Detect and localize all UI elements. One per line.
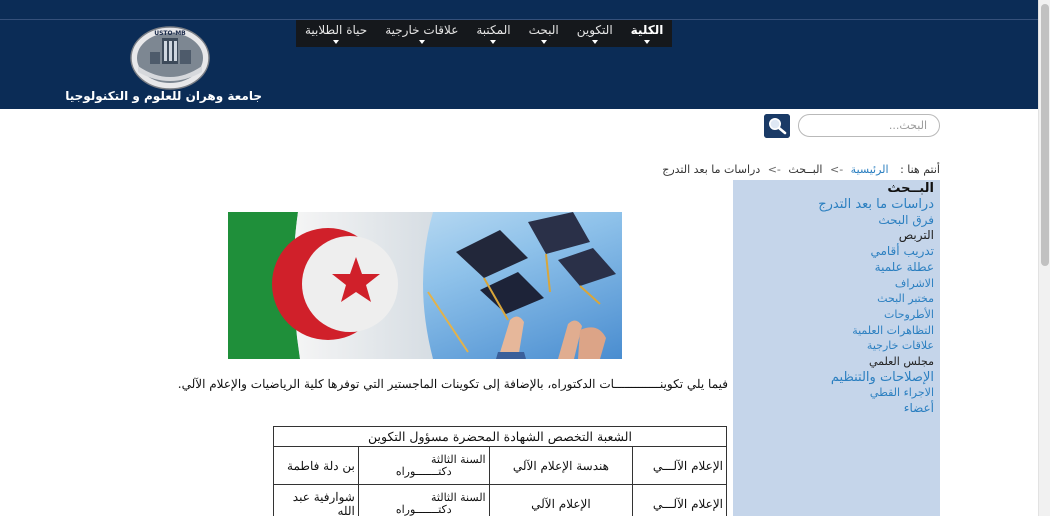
emblem-text: USTO-MB	[154, 30, 186, 37]
sidebar-item: مجلس العلمي	[868, 355, 934, 369]
university-name[interactable]: جامعة وهران للعلوم و التكنولوجيا	[65, 89, 262, 107]
nav-item[interactable]: البحث	[520, 20, 568, 47]
programs-table: الشعبة التخصص الشهادة المحضرة مسؤول التك…	[273, 426, 727, 516]
sidebar: البــحث دراسات ما بعد التدرج فرق البحث الت…	[733, 180, 940, 516]
degree-name: دكتـــــــوراه	[395, 502, 452, 516]
sidebar-item[interactable]: تدريب أقامي	[739, 244, 934, 260]
university-emblem-icon[interactable]: USTO-MB	[130, 26, 210, 90]
top-strip	[0, 0, 1038, 20]
nav-item-label: المكتبة	[476, 23, 511, 37]
table-row: الإعلام الآلـــي الإعلام الآلي السنة الث…	[273, 484, 727, 516]
sidebar-item[interactable]: الإصلاحات والتنظيم	[739, 370, 934, 386]
nav-item-label: البحث	[528, 23, 559, 37]
breadcrumb-research: البــحث	[788, 163, 823, 176]
nav-item[interactable]: الكلية	[622, 20, 673, 47]
sidebar-item[interactable]: الاشراف	[739, 276, 934, 292]
sidebar-item[interactable]: الاجراء القطي	[739, 385, 934, 401]
cell-degree: السنة الثالثة دكتـــــــوراه	[357, 484, 490, 516]
nav-item-label: علاقات خارجية	[385, 23, 459, 37]
caret-down-icon	[540, 40, 547, 44]
sidebar-menu: دراسات ما بعد التدرج فرق البحث التربص تدريب…	[739, 197, 934, 417]
banner-image	[228, 212, 622, 359]
nav-item[interactable]: علاقات خارجية	[376, 20, 467, 47]
breadcrumb-current: دراسات ما بعد التدرج	[662, 163, 761, 176]
cell-responsible: شوارفية عبد الله	[273, 484, 359, 516]
table-row: الإعلام الآلـــي هندسة الإعلام الآلي الس…	[273, 446, 727, 485]
cell-specialty: الإعلام الآلي	[488, 484, 634, 516]
search-button[interactable]	[764, 114, 790, 138]
search-input[interactable]	[798, 114, 940, 137]
sidebar-item[interactable]: علاقات خارجية	[739, 338, 934, 354]
nav-item-label: حياة الطلابية	[305, 23, 368, 37]
sidebar-item[interactable]: فرق البحث	[739, 213, 934, 229]
vertical-scrollbar[interactable]	[1038, 0, 1050, 516]
breadcrumb-prefix: أنتم هنا :	[900, 163, 940, 176]
breadcrumb-separator: ->	[829, 163, 844, 176]
breadcrumb: أنتم هنا : الرئيسية -> البــحث -> دراسات…	[600, 163, 940, 179]
cell-field: الإعلام الآلـــي	[632, 484, 727, 516]
scrollbar-thumb[interactable]	[1041, 4, 1049, 266]
intro-paragraph: فيما يلي تكوينـــــــــــــات الدكتوراه،…	[177, 377, 728, 391]
sidebar-item[interactable]: التظاهرات العلمية	[739, 323, 934, 339]
table-header-row: الشعبة التخصص الشهادة المحضرة مسؤول التك…	[273, 426, 727, 447]
nav-item-label: التكوين	[576, 23, 613, 37]
sidebar-item[interactable]: أعضاء	[739, 401, 934, 417]
sidebar-item[interactable]: دراسات ما بعد التدرج	[739, 197, 934, 213]
breadcrumb-separator: ->	[767, 163, 781, 176]
table-header: الشعبة التخصص الشهادة المحضرة مسؤول التك…	[273, 426, 727, 447]
cell-responsible: بن دلة فاطمة	[273, 446, 359, 485]
sidebar-item[interactable]: مختبر البحث	[739, 291, 934, 307]
nav-item[interactable]: المكتبة	[467, 20, 519, 47]
magnifier-icon	[764, 114, 790, 138]
sidebar-title: البــحث	[887, 181, 934, 196]
caret-down-icon	[643, 40, 650, 44]
caret-down-icon	[591, 40, 598, 44]
nav-item[interactable]: حياة الطلابية	[296, 20, 376, 47]
cell-degree: السنة الثالثة دكتـــــــوراه	[357, 446, 490, 485]
cell-field: الإعلام الآلـــي	[632, 446, 727, 485]
nav-item-label: الكلية	[630, 23, 664, 37]
caret-down-icon	[418, 40, 425, 44]
cell-specialty: هندسة الإعلام الآلي	[488, 446, 634, 485]
sidebar-item: التربص	[898, 228, 934, 243]
main-nav: الكلية التكوين البحث المكتبة علاقات خارجية حي…	[296, 20, 673, 47]
caret-down-icon	[333, 40, 340, 44]
degree-year: السنة الثالثة	[431, 490, 486, 504]
sidebar-item[interactable]: عطلة علمية	[739, 260, 934, 276]
caret-down-icon	[490, 40, 497, 44]
sidebar-item[interactable]: الأطروحات	[739, 307, 934, 323]
page: الكلية التكوين البحث المكتبة علاقات خارجية حي…	[0, 0, 1050, 516]
nav-item[interactable]: التكوين	[568, 20, 622, 47]
breadcrumb-home-link[interactable]: الرئيسية	[851, 163, 889, 176]
degree-year: السنة الثالثة	[431, 452, 486, 466]
degree-name: دكتـــــــوراه	[395, 464, 452, 478]
